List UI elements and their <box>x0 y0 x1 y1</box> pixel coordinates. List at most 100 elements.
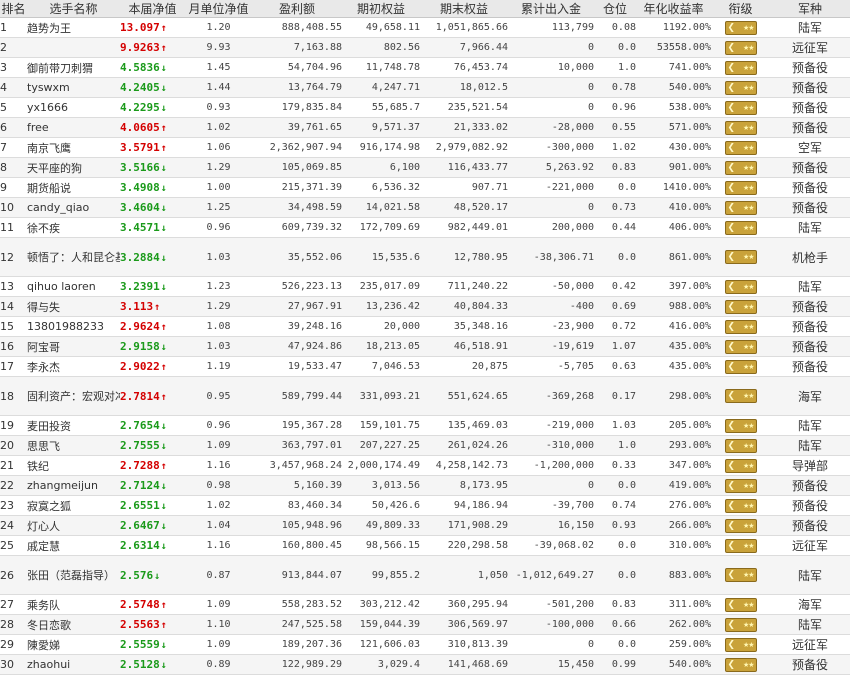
header-military-rank[interactable]: 衔级 <box>711 0 770 18</box>
header-ending-equity[interactable]: 期末权益 <box>420 0 508 18</box>
beginning-equity-cell: 6,100 <box>342 157 420 178</box>
header-position[interactable]: 仓位 <box>594 0 636 18</box>
table-row[interactable]: 15 13801988233 2.9624↑ 1.08 39,248.16 20,000 3… <box>0 316 850 337</box>
table-row[interactable]: 21 铁纪 2.7288↑ 1.16 3,457,968.24 2,000,174.49 4… <box>0 455 850 476</box>
annual-return-cell: 298.00% <box>636 376 711 416</box>
header-player-name[interactable]: 选手名称 <box>27 0 120 18</box>
player-name-link[interactable]: 李永杰 <box>27 356 120 377</box>
table-row[interactable]: 10 candy_qiao 3.4604↓ 1.25 34,498.59 14,021.5… <box>0 197 850 218</box>
nav-value: 2.7814 <box>120 389 160 403</box>
player-name-link[interactable]: candy_qiao <box>27 197 120 218</box>
header-profit[interactable]: 盈利额 <box>252 0 342 18</box>
table-row[interactable]: 18 固利资产：宏观对冲 2.7814↑ 0.95 589,799.44 331,093.… <box>0 376 850 416</box>
arrow-up-icon: ↑ <box>160 391 167 403</box>
header-rank[interactable]: 排名 <box>0 0 27 18</box>
table-row[interactable]: 26 张田（范磊指导） 2.576↓ 0.87 913,844.07 99,855.2 1,… <box>0 555 850 595</box>
monthly-nav-cell: 1.23 <box>185 276 252 297</box>
table-row[interactable]: 17 李永杰 2.9022↑ 1.19 19,533.47 7,046.53 20,875-… <box>0 356 850 377</box>
cumulative-flow-cell: 113,799 <box>508 17 594 38</box>
arrow-up-icon: ↑ <box>160 461 167 472</box>
player-name-link[interactable]: 灯心人 <box>27 515 120 536</box>
table-row[interactable]: 20 思思飞 2.7555↓ 1.09 363,797.01 207,227.25 261,… <box>0 435 850 456</box>
player-name-link[interactable]: 得与失 <box>27 296 120 317</box>
profit-cell: 913,844.07 <box>252 555 342 595</box>
table-row[interactable]: 7 南京飞鹰 3.5791↑ 1.06 2,362,907.94 916,174.98 2,… <box>0 137 850 158</box>
player-name-link[interactable]: 御前带刀刺猬 <box>27 57 120 78</box>
player-name-link[interactable]: yx1666 <box>27 97 120 118</box>
player-name-link[interactable]: 趋势为王 <box>27 17 120 38</box>
table-row[interactable]: 14 得与失 3.113↑ 1.29 27,967.91 13,236.42 40,804.… <box>0 296 850 317</box>
table-row[interactable]: 30 zhaohui 2.5128↓ 0.89 122,989.29 3,029.4 141… <box>0 654 850 675</box>
player-name-link[interactable]: 寂寞之狐 <box>27 495 120 516</box>
player-name-link[interactable]: 张田（范磊指导） <box>27 555 120 595</box>
player-name-link[interactable]: 麦田投资 <box>27 415 120 436</box>
rank-cell: 7 <box>0 137 27 158</box>
table-row[interactable]: 3 御前带刀刺猬 4.5836↓ 1.45 54,704.96 11,748.78 76,4… <box>0 57 850 78</box>
table-row[interactable]: 29 陳愛娣 2.5559↓ 1.09 189,207.36 121,606.03 310,… <box>0 634 850 655</box>
table-row[interactable]: 9 期货船说 3.4908↓ 1.00 215,371.39 6,536.32 907.71… <box>0 177 850 198</box>
header-cumulative-flow[interactable]: 累计出入金 <box>508 0 594 18</box>
table-row[interactable]: 6 free 4.0605↑ 1.02 39,761.65 9,571.37 21,333.… <box>0 117 850 138</box>
player-name-link[interactable]: 13801988233 <box>27 316 120 337</box>
table-row[interactable]: 8 天平座的狗 3.5166↓ 1.29 105,069.85 6,100 116,433.… <box>0 157 850 178</box>
header-service-branch[interactable]: 军种 <box>770 0 850 18</box>
monthly-nav-cell: 1.09 <box>185 435 252 456</box>
cumulative-flow-cell: -1,012,649.27 <box>508 555 594 595</box>
player-name-link[interactable]: zhangmeijun <box>27 475 120 496</box>
table-row[interactable]: 24 灯心人 2.6467↓ 1.04 105,948.96 49,809.33 171,9… <box>0 515 850 536</box>
service-branch-cell: 陆军 <box>770 415 850 436</box>
rank-badge-icon: ❮ ★★ <box>724 538 757 553</box>
table-row[interactable]: 25 戚定慧 2.6314↓ 1.16 160,800.45 98,566.15 220,2… <box>0 535 850 556</box>
player-name-link[interactable]: 徐不疾 <box>27 217 120 238</box>
player-name-link[interactable]: zhaohui <box>27 654 120 675</box>
player-name-link[interactable]: tyswxm <box>27 77 120 98</box>
table-row[interactable]: 11 徐不疾 3.4571↓ 0.96 609,739.32 172,709.69 982,… <box>0 217 850 238</box>
service-branch-cell: 陆军 <box>770 276 850 297</box>
player-name-link[interactable]: 乘务队 <box>27 594 120 615</box>
player-name-link[interactable]: 戚定慧 <box>27 535 120 556</box>
header-monthly-nav[interactable]: 月单位净值 <box>185 0 252 18</box>
table-row[interactable]: 16 阿宝哥 2.9158↓ 1.03 47,924.86 18,213.05 46,518… <box>0 336 850 357</box>
player-name-link[interactable] <box>27 37 120 58</box>
player-name-link[interactable]: 陳愛娣 <box>27 634 120 655</box>
player-name-link[interactable]: 固利资产：宏观对冲 <box>27 376 120 416</box>
table-row[interactable]: 23 寂寞之狐 2.6551↓ 1.02 83,460.34 50,426.6 94,186… <box>0 495 850 516</box>
ending-equity-cell: 40,804.33 <box>420 296 508 317</box>
profit-cell: 363,797.01 <box>252 435 342 456</box>
table-row[interactable]: 2 9.9263↑ 9.93 7,163.88 802.56 7,966.44 0 0.0 53… <box>0 37 850 58</box>
table-row[interactable]: 1 趋势为王 13.097↑ 1.20 888,408.55 49,658.11 1,051… <box>0 17 850 38</box>
player-name-link[interactable]: qihuo laoren <box>27 276 120 297</box>
rank-badge-icon: ❮ ★★ <box>724 250 757 264</box>
rank-cell: 19 <box>0 415 27 436</box>
rank-cell: 23 <box>0 495 27 516</box>
player-name-link[interactable]: 阿宝哥 <box>27 336 120 357</box>
cumulative-flow-cell: -100,000 <box>508 614 594 635</box>
player-name-link[interactable]: 思思飞 <box>27 435 120 456</box>
header-annual-return[interactable]: 年化收益率 <box>636 0 711 18</box>
position-cell: 0.0 <box>594 634 636 655</box>
monthly-nav-cell: 1.16 <box>185 535 252 556</box>
current-nav-cell: 2.5128↓ <box>120 654 185 675</box>
player-name-link[interactable]: 期货船说 <box>27 177 120 198</box>
table-row[interactable]: 12顿悟了：人和昆仑基金3.2884↓1.0335,552.0615,535.6… <box>0 237 850 277</box>
player-name-link[interactable]: 铁纪 <box>27 455 120 476</box>
header-beginning-equity[interactable]: 期初权益 <box>342 0 420 18</box>
ending-equity-cell: 220,298.58 <box>420 535 508 556</box>
player-name-link[interactable]: 冬日恋歌 <box>27 614 120 635</box>
table-row[interactable]: 22 zhangmeijun 2.7124↓ 0.98 5,160.39 3,013.56… <box>0 475 850 496</box>
player-name-link[interactable]: free <box>27 117 120 138</box>
player-name-link[interactable]: 天平座的狗 <box>27 157 120 178</box>
header-current-nav[interactable]: 本届净值 <box>120 0 185 18</box>
table-row[interactable]: 4 tyswxm 4.2405↓ 1.44 13,764.79 4,247.71 18,01… <box>0 77 850 98</box>
rank-cell: 11 <box>0 217 27 238</box>
table-row[interactable]: 28 冬日恋歌 2.5563↑ 1.10 247,525.58 159,044.39 306… <box>0 614 850 635</box>
rank-cell: 9 <box>0 177 27 198</box>
annual-return-cell: 416.00% <box>636 316 711 337</box>
player-name-link[interactable]: 南京飞鹰 <box>27 137 120 158</box>
table-row[interactable]: 19 麦田投资 2.7654↓ 0.96 195,367.28 159,101.75 135… <box>0 415 850 436</box>
cumulative-flow-cell: 0 <box>508 475 594 496</box>
table-row[interactable]: 27 乘务队 2.5748↑ 1.09 558,283.52 303,212.42 360,… <box>0 594 850 615</box>
player-name-link[interactable]: 顿悟了：人和昆仑基金 <box>27 237 120 277</box>
table-row[interactable]: 13 qihuo laoren 3.2391↓ 1.23 526,223.13 235,0… <box>0 276 850 297</box>
table-row[interactable]: 5 yx1666 4.2295↓ 0.93 179,835.84 55,685.7 235,… <box>0 97 850 118</box>
